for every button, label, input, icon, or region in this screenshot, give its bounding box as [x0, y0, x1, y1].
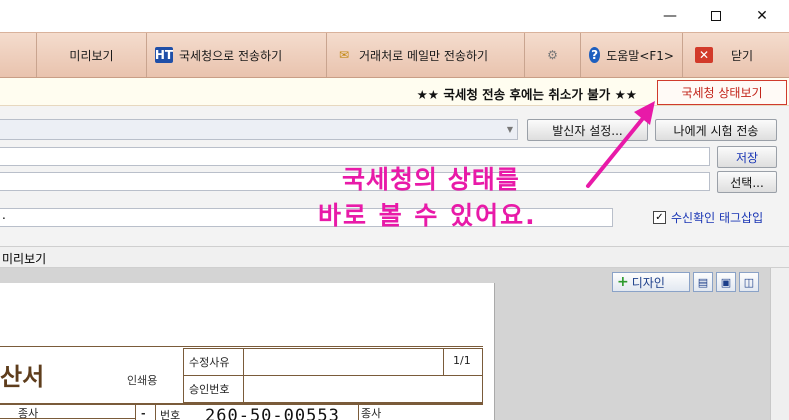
design-button[interactable]: + 디자인 [612, 272, 690, 292]
page-col-divider [443, 348, 444, 376]
supplier-row-line [0, 418, 136, 419]
page-indicator: 1/1 [453, 354, 471, 367]
printer-icon: ▤ [697, 275, 709, 289]
header-row-divider [183, 375, 483, 376]
buyer-business-label: 종사 [361, 407, 382, 420]
print-button[interactable]: ▤ [693, 272, 713, 292]
approval-number-label: 승인번호 [189, 383, 230, 396]
columns-icon: ◫ [743, 275, 755, 289]
save-file-button[interactable]: ▣ [716, 272, 736, 292]
preview-section-label: 미리보기 [2, 252, 47, 266]
header-col-divider [243, 348, 244, 403]
registration-number: 260-50-00553 [205, 406, 340, 420]
preview-section-header: 미리보기 [0, 246, 789, 268]
number-col-divider [155, 405, 156, 420]
print-label: 인쇄용 [127, 374, 158, 387]
preview-toolbar: + 디자인 ▤ ▣ ◫ [612, 272, 759, 292]
revision-reason-label: 수정사유 [189, 356, 230, 369]
plus-icon: + [617, 274, 629, 290]
design-label: 디자인 [631, 275, 665, 290]
right-col-divider [358, 405, 359, 420]
floppy-icon: ▣ [720, 275, 732, 289]
invoice-title: 산서 [0, 362, 45, 391]
arrow-shaft [586, 115, 646, 188]
number-label: 번호 [160, 409, 181, 420]
vertical-scrollbar[interactable] [770, 268, 789, 420]
row-dash: - [141, 407, 146, 420]
arrow-head-icon [634, 101, 655, 125]
layout-button[interactable]: ◫ [739, 272, 759, 292]
